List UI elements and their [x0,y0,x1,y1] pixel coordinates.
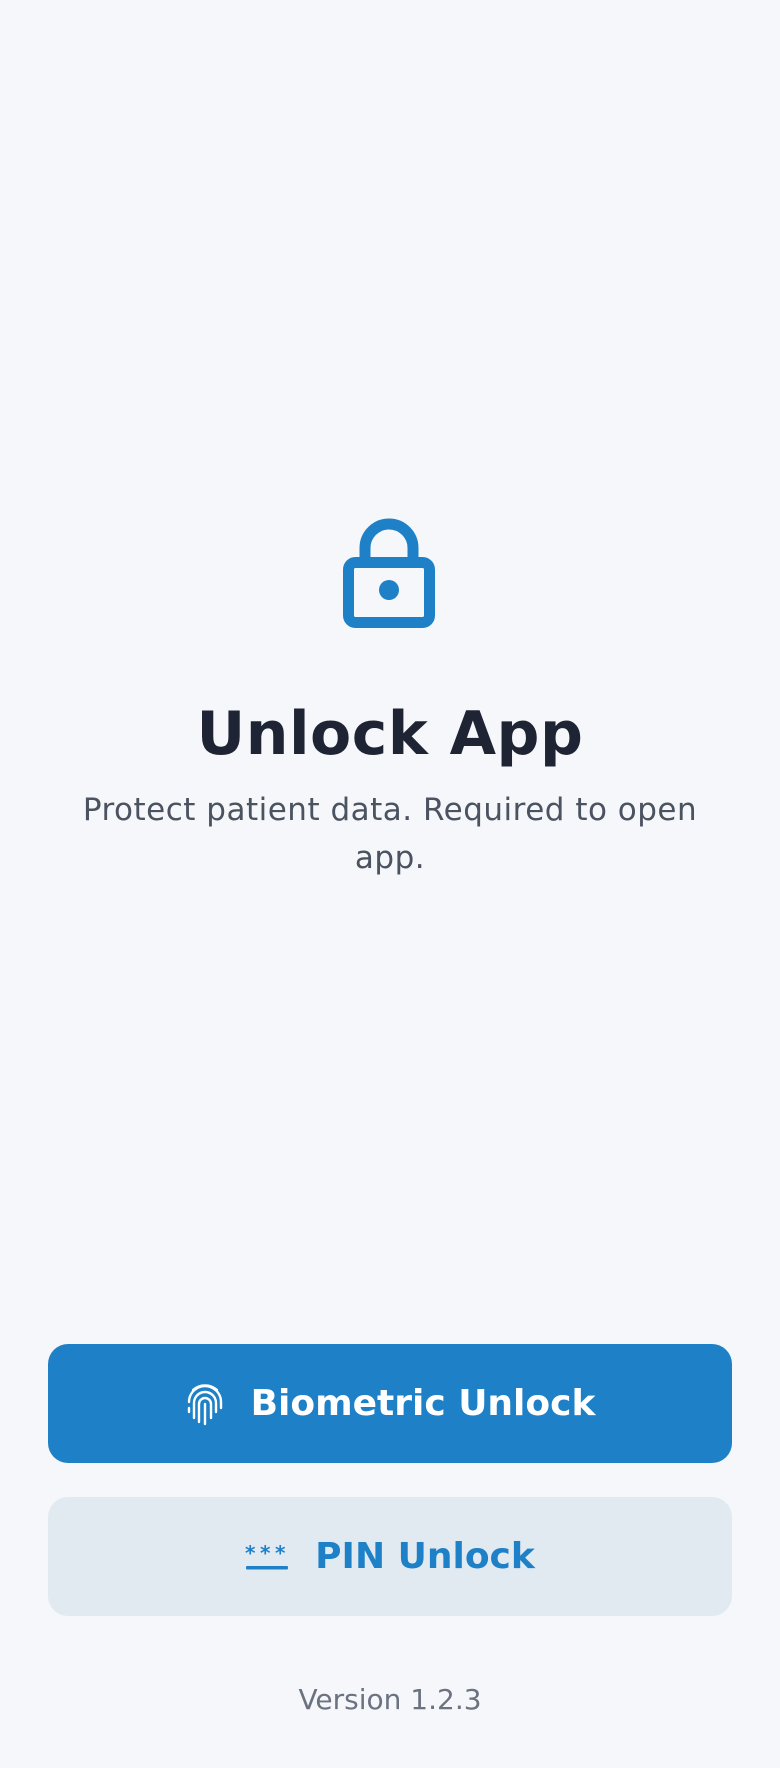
pin-unlock-button[interactable]: * * * PIN Unlock [48,1497,732,1616]
unlock-screen: Unlock App Protect patient data. Require… [0,0,780,1768]
fingerprint-icon [185,1382,225,1426]
pin-unlock-label: PIN Unlock [315,1536,535,1577]
biometric-unlock-label: Biometric Unlock [250,1383,596,1424]
svg-text:*: * [275,1542,286,1565]
lock-icon [343,514,435,628]
page-subtitle: Protect patient data. Required to open a… [82,792,698,876]
svg-text:*: * [245,1542,256,1565]
biometric-unlock-button[interactable]: Biometric Unlock [48,1344,732,1463]
pin-dots-icon: * * * [245,1542,289,1572]
page-title: Unlock App [196,699,584,769]
version-label: Version 1.2.3 [298,1683,482,1716]
svg-text:*: * [260,1542,271,1565]
